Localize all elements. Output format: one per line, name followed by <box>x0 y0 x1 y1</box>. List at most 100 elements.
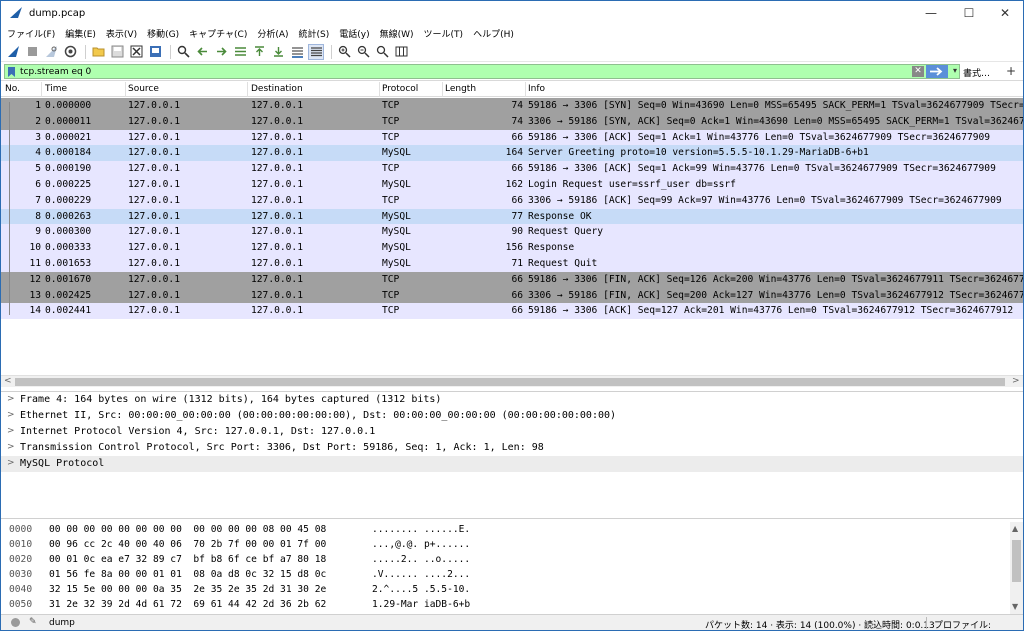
clear-filter-icon[interactable]: ✕ <box>912 66 924 77</box>
detail-ipv4[interactable]: > Internet Protocol Version 4, Src: 127.… <box>1 424 1023 440</box>
colorize-icon[interactable] <box>308 43 324 60</box>
stop-icon[interactable] <box>24 44 40 60</box>
chevron-left-icon[interactable]: < <box>4 376 12 386</box>
packet-row[interactable]: 3 0.000021 127.0.0.1 127.0.0.1 TCP 66 59186 → … <box>1 129 1023 146</box>
cell-dst: 127.0.0.1 <box>251 257 303 269</box>
packet-row[interactable]: 1 0.000000 127.0.0.1 127.0.0.1 TCP 74 59186 → … <box>1 98 1023 114</box>
packet-list-scrollbar[interactable]: < > <box>1 375 1023 387</box>
chevron-down-icon[interactable]: ▾ <box>950 66 960 77</box>
scrollbar-thumb[interactable] <box>1012 540 1021 582</box>
back-icon[interactable] <box>194 44 210 60</box>
bytes-row[interactable]: 0030 01 56 fe 8a 00 00 01 01 08 0a d8 0c … <box>1 567 1023 582</box>
expand-arrow-icon[interactable]: > <box>7 410 15 420</box>
cell-no: 12 <box>29 273 41 285</box>
bytes-row[interactable]: 0010 00 96 cc 2c 40 00 40 06 70 2b 7f 00 … <box>1 537 1023 552</box>
cell-len: 66 <box>511 305 523 317</box>
packet-row[interactable]: 8 0.000263 127.0.0.1 127.0.0.1 MySQL 77 Respon… <box>1 208 1023 225</box>
shark-fin-start-icon[interactable] <box>5 44 21 60</box>
packet-row[interactable]: 11 0.001653 127.0.0.1 127.0.0.1 MySQL 71 Reque… <box>1 255 1023 272</box>
menu-edit[interactable]: 編集(E) <box>65 27 96 40</box>
packet-row[interactable]: 14 0.002441 127.0.0.1 127.0.0.1 TCP 66 59186 →… <box>1 303 1023 320</box>
cell-info: Response OK <box>528 210 592 222</box>
menu-capture[interactable]: キャプチャ(C) <box>189 27 247 40</box>
bytes-offset: 0020 <box>9 554 33 565</box>
chevron-down-icon[interactable]: ▼ <box>1012 602 1018 611</box>
cell-time: 0.000229 <box>45 194 92 206</box>
menu-wireless[interactable]: 無線(W) <box>380 27 414 40</box>
cell-time: 0.000190 <box>45 163 92 175</box>
packet-list-header: No. Time Source Destination Protocol Len… <box>1 82 1023 97</box>
goto-packet-icon[interactable] <box>232 44 248 60</box>
bytes-scrollbar[interactable]: ▲ ▼ <box>1010 522 1023 614</box>
menu-help[interactable]: ヘルプ(H) <box>473 27 514 40</box>
last-packet-icon[interactable] <box>270 44 286 60</box>
expand-arrow-icon[interactable]: > <box>7 458 15 468</box>
menu-telephony[interactable]: 電話(y) <box>339 27 369 40</box>
restart-icon[interactable] <box>43 44 59 60</box>
expand-arrow-icon[interactable]: > <box>7 442 15 452</box>
bytes-row[interactable]: 0020 00 01 0c ea e7 32 89 c7 bf b8 6f ce … <box>1 552 1023 567</box>
col-header-time[interactable]: Time <box>45 84 67 94</box>
col-header-no[interactable]: No. <box>5 84 20 94</box>
cell-no: 1 <box>35 100 41 111</box>
open-folder-icon[interactable] <box>90 44 106 60</box>
chevron-up-icon[interactable]: ▲ <box>1012 524 1018 533</box>
menu-go[interactable]: 移動(G) <box>147 27 179 40</box>
menu-statistics[interactable]: 統計(S) <box>299 27 330 40</box>
resize-columns-icon[interactable] <box>393 44 409 60</box>
packet-row[interactable]: 9 0.000300 127.0.0.1 127.0.0.1 MySQL 90 Reques… <box>1 224 1023 241</box>
packet-row[interactable]: 13 0.002425 127.0.0.1 127.0.0.1 TCP 66 3306 → … <box>1 287 1023 304</box>
menu-file[interactable]: ファイル(F) <box>7 27 55 40</box>
col-header-length[interactable]: Length <box>445 84 476 94</box>
filter-input[interactable] <box>17 65 897 78</box>
bytes-row[interactable]: 0040 32 15 5e 00 00 00 0a 35 2e 35 2e 35 … <box>1 582 1023 597</box>
zoom-in-icon[interactable] <box>336 44 352 60</box>
close-file-icon[interactable] <box>128 44 144 60</box>
maximize-button[interactable]: ☐ <box>951 1 987 25</box>
packet-row[interactable]: 6 0.000225 127.0.0.1 127.0.0.1 MySQL 162 Login… <box>1 176 1023 193</box>
bookmark-icon[interactable] <box>5 65 17 78</box>
expand-arrow-icon[interactable]: > <box>7 394 15 404</box>
bytes-row[interactable]: 0000 00 00 00 00 00 00 00 00 00 00 00 00 … <box>1 522 1023 537</box>
packet-row[interactable]: 5 0.000190 127.0.0.1 127.0.0.1 TCP 66 59186 → … <box>1 161 1023 177</box>
detail-frame[interactable]: > Frame 4: 164 bytes on wire (1312 bits)… <box>1 392 1023 408</box>
menu-view[interactable]: 表示(V) <box>106 27 137 40</box>
autoscroll-icon[interactable] <box>289 44 305 60</box>
col-header-protocol[interactable]: Protocol <box>382 84 418 94</box>
packet-row[interactable]: 4 0.000184 127.0.0.1 127.0.0.1 MySQL 164 Serve… <box>1 145 1023 162</box>
col-header-source[interactable]: Source <box>128 84 159 94</box>
packet-row[interactable]: 7 0.000229 127.0.0.1 127.0.0.1 TCP 66 3306 → 5… <box>1 192 1023 209</box>
packet-rows: 1 0.000000 127.0.0.1 127.0.0.1 TCP 74 59186 → … <box>1 98 1023 320</box>
add-filter-button[interactable]: + <box>1006 64 1016 78</box>
col-header-destination[interactable]: Destination <box>251 84 303 94</box>
menu-tools[interactable]: ツール(T) <box>424 27 464 40</box>
detail-ethernet[interactable]: > Ethernet II, Src: 00:00:00_00:00:00 (0… <box>1 408 1023 424</box>
expand-arrow-icon[interactable]: > <box>7 426 15 436</box>
scrollbar-thumb[interactable] <box>15 378 1005 386</box>
cell-src: 127.0.0.1 <box>128 257 180 269</box>
detail-tcp[interactable]: > Transmission Control Protocol, Src Por… <box>1 440 1023 456</box>
bytes-row[interactable]: 0050 31 2e 32 39 2d 4d 61 72 69 61 44 42 … <box>1 597 1023 612</box>
reload-icon[interactable] <box>147 44 163 60</box>
chevron-right-icon[interactable]: > <box>1012 376 1020 386</box>
detail-mysql[interactable]: > MySQL Protocol <box>1 456 1023 472</box>
capture-options-icon[interactable] <box>62 44 78 60</box>
apply-filter-button[interactable] <box>926 65 948 78</box>
forward-icon[interactable] <box>213 44 229 60</box>
first-packet-icon[interactable] <box>251 44 267 60</box>
packet-row[interactable]: 12 0.001670 127.0.0.1 127.0.0.1 TCP 66 59186 →… <box>1 271 1023 288</box>
packet-row[interactable]: 10 0.000333 127.0.0.1 127.0.0.1 MySQL 156 Resp… <box>1 240 1023 256</box>
zoom-reset-icon[interactable] <box>374 44 390 60</box>
expression-button[interactable]: 書式… <box>963 66 990 79</box>
close-window-button[interactable]: ✕ <box>987 1 1023 25</box>
minimize-button[interactable]: — <box>913 1 949 25</box>
find-icon[interactable] <box>175 44 191 60</box>
bytes-offset: 0000 <box>9 524 33 535</box>
edit-comment-icon[interactable]: ✎ <box>29 617 37 627</box>
menu-analyze[interactable]: 分析(A) <box>257 27 288 40</box>
save-icon[interactable] <box>109 44 125 60</box>
zoom-out-icon[interactable] <box>355 44 371 60</box>
packet-row[interactable]: 2 0.000011 127.0.0.1 127.0.0.1 TCP 74 3306 → 5… <box>1 113 1023 130</box>
status-profile[interactable]: プロファイル: Default <box>934 618 1023 631</box>
col-header-info[interactable]: Info <box>528 84 545 94</box>
